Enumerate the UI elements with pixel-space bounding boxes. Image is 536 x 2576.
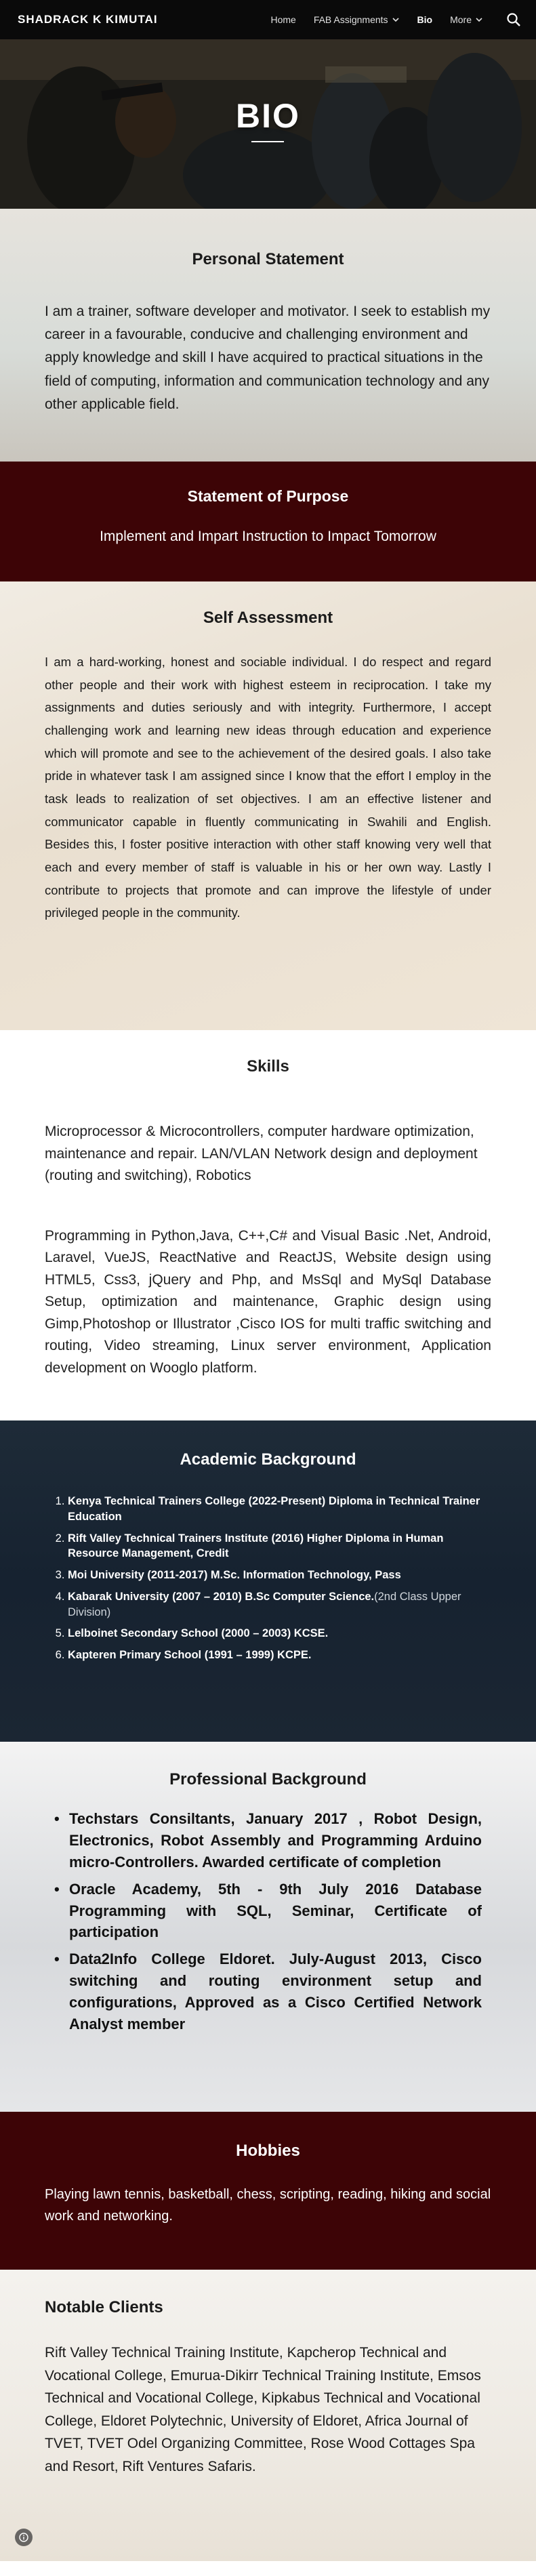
section-title: Personal Statement [192,250,344,268]
section-title: Academic Background [180,1450,356,1469]
section-title: Self Assessment [203,609,333,627]
chevron-down-icon[interactable] [475,16,483,24]
nav-item-label: More [450,14,472,25]
section-title: Professional Background [169,1770,367,1788]
nav-item-label: Bio [417,14,433,25]
skills-paragraph: Programming in Python,Java, C++,C# and V… [45,1227,491,1376]
top-navigation-bar: SHADRACK K KIMUTAI Home FAB Assignments … [0,0,536,39]
list-item: Kenya Technical Trainers College (2022-P… [68,1494,483,1525]
list-item: Lelboinet Secondary School (2000 – 2003)… [68,1626,483,1641]
page-title: BIO [236,97,300,135]
nav-item-label: FAB Assignments [313,14,388,25]
hobbies-text: Playing lawn tennis, basketball, chess, … [45,2187,491,2224]
nav-item-bio[interactable]: Bio [417,14,433,25]
nav-item-more[interactable]: More [450,14,483,25]
list-item: Data2Info College Eldoret. July-August 2… [54,1948,482,2035]
academic-entry: Moi University (2011-2017) M.Sc. Informa… [68,1569,401,1582]
academic-entry: Kabarak University (2007 – 2010) B.Sc Co… [68,1590,375,1603]
list-item: Kabarak University (2007 – 2010) B.Sc Co… [68,1589,483,1620]
clients-text: Rift Valley Technical Training Institute… [45,2345,481,2474]
professional-list: Techstars Consiltants, January 2017 , Ro… [54,1808,482,2035]
academic-entry: Lelboinet Secondary School (2000 – 2003)… [68,1627,329,1640]
main-nav: Home FAB Assignments Bio More [270,0,483,39]
list-item: Rift Valley Technical Trainers Institute… [68,1531,483,1562]
nav-item-label: Home [270,14,296,25]
section-title: Skills [247,1057,289,1076]
site-title[interactable]: SHADRACK K KIMUTAI [18,13,158,26]
list-item: Techstars Consiltants, January 2017 , Ro… [54,1808,482,1873]
academic-list: Kenya Technical Trainers College (2022-P… [53,1494,483,1663]
personal-statement-text: I am a trainer, software developer and m… [45,304,491,412]
list-item: Oracle Academy, 5th - 9th July 2016 Data… [54,1879,482,1944]
academic-background-section: Academic Background Kenya Technical Trai… [0,1420,536,1742]
self-assessment-section: Self Assessment I am a hard-working, hon… [0,581,536,1030]
personal-statement-section: Personal Statement I am a trainer, softw… [0,209,536,462]
hero-banner: BIO [0,39,536,209]
skills-section: Skills Microprocessor & Microcontrollers… [0,1030,536,1420]
professional-background-section: Professional Background Techstars Consil… [0,1742,536,2112]
chevron-down-icon[interactable] [392,16,400,24]
notable-clients-section: Notable Clients Rift Valley Technical Tr… [0,2270,536,2561]
section-title: Notable Clients [45,2298,163,2316]
list-item: Moi University (2011-2017) M.Sc. Informa… [68,1568,483,1583]
skills-paragraph: Microprocessor & Microcontrollers, compu… [45,1124,478,1184]
list-item: Kapteren Primary School (1991 – 1999) KC… [68,1648,483,1663]
search-icon[interactable] [505,11,522,28]
section-title: Statement of Purpose [187,487,349,505]
hobbies-section: Hobbies Playing lawn tennis, basketball,… [0,2112,536,2270]
academic-entry: Kapteren Primary School (1991 – 1999) KC… [68,1649,312,1662]
academic-entry: Rift Valley Technical Trainers Institute… [68,1532,444,1560]
academic-entry: Kenya Technical Trainers College (2022-P… [68,1495,480,1523]
nav-item-fab-assignments[interactable]: FAB Assignments [314,14,400,25]
title-underline [251,141,284,142]
statement-of-purpose-section: Statement of Purpose Implement and Impar… [0,462,536,581]
nav-item-home[interactable]: Home [270,14,295,25]
section-title: Hobbies [236,2142,300,2160]
info-glyph [19,2533,28,2542]
info-icon[interactable] [15,2529,33,2546]
self-assessment-text: I am a hard-working, honest and sociable… [45,655,491,920]
purpose-statement-text: Implement and Impart Instruction to Impa… [100,529,436,544]
